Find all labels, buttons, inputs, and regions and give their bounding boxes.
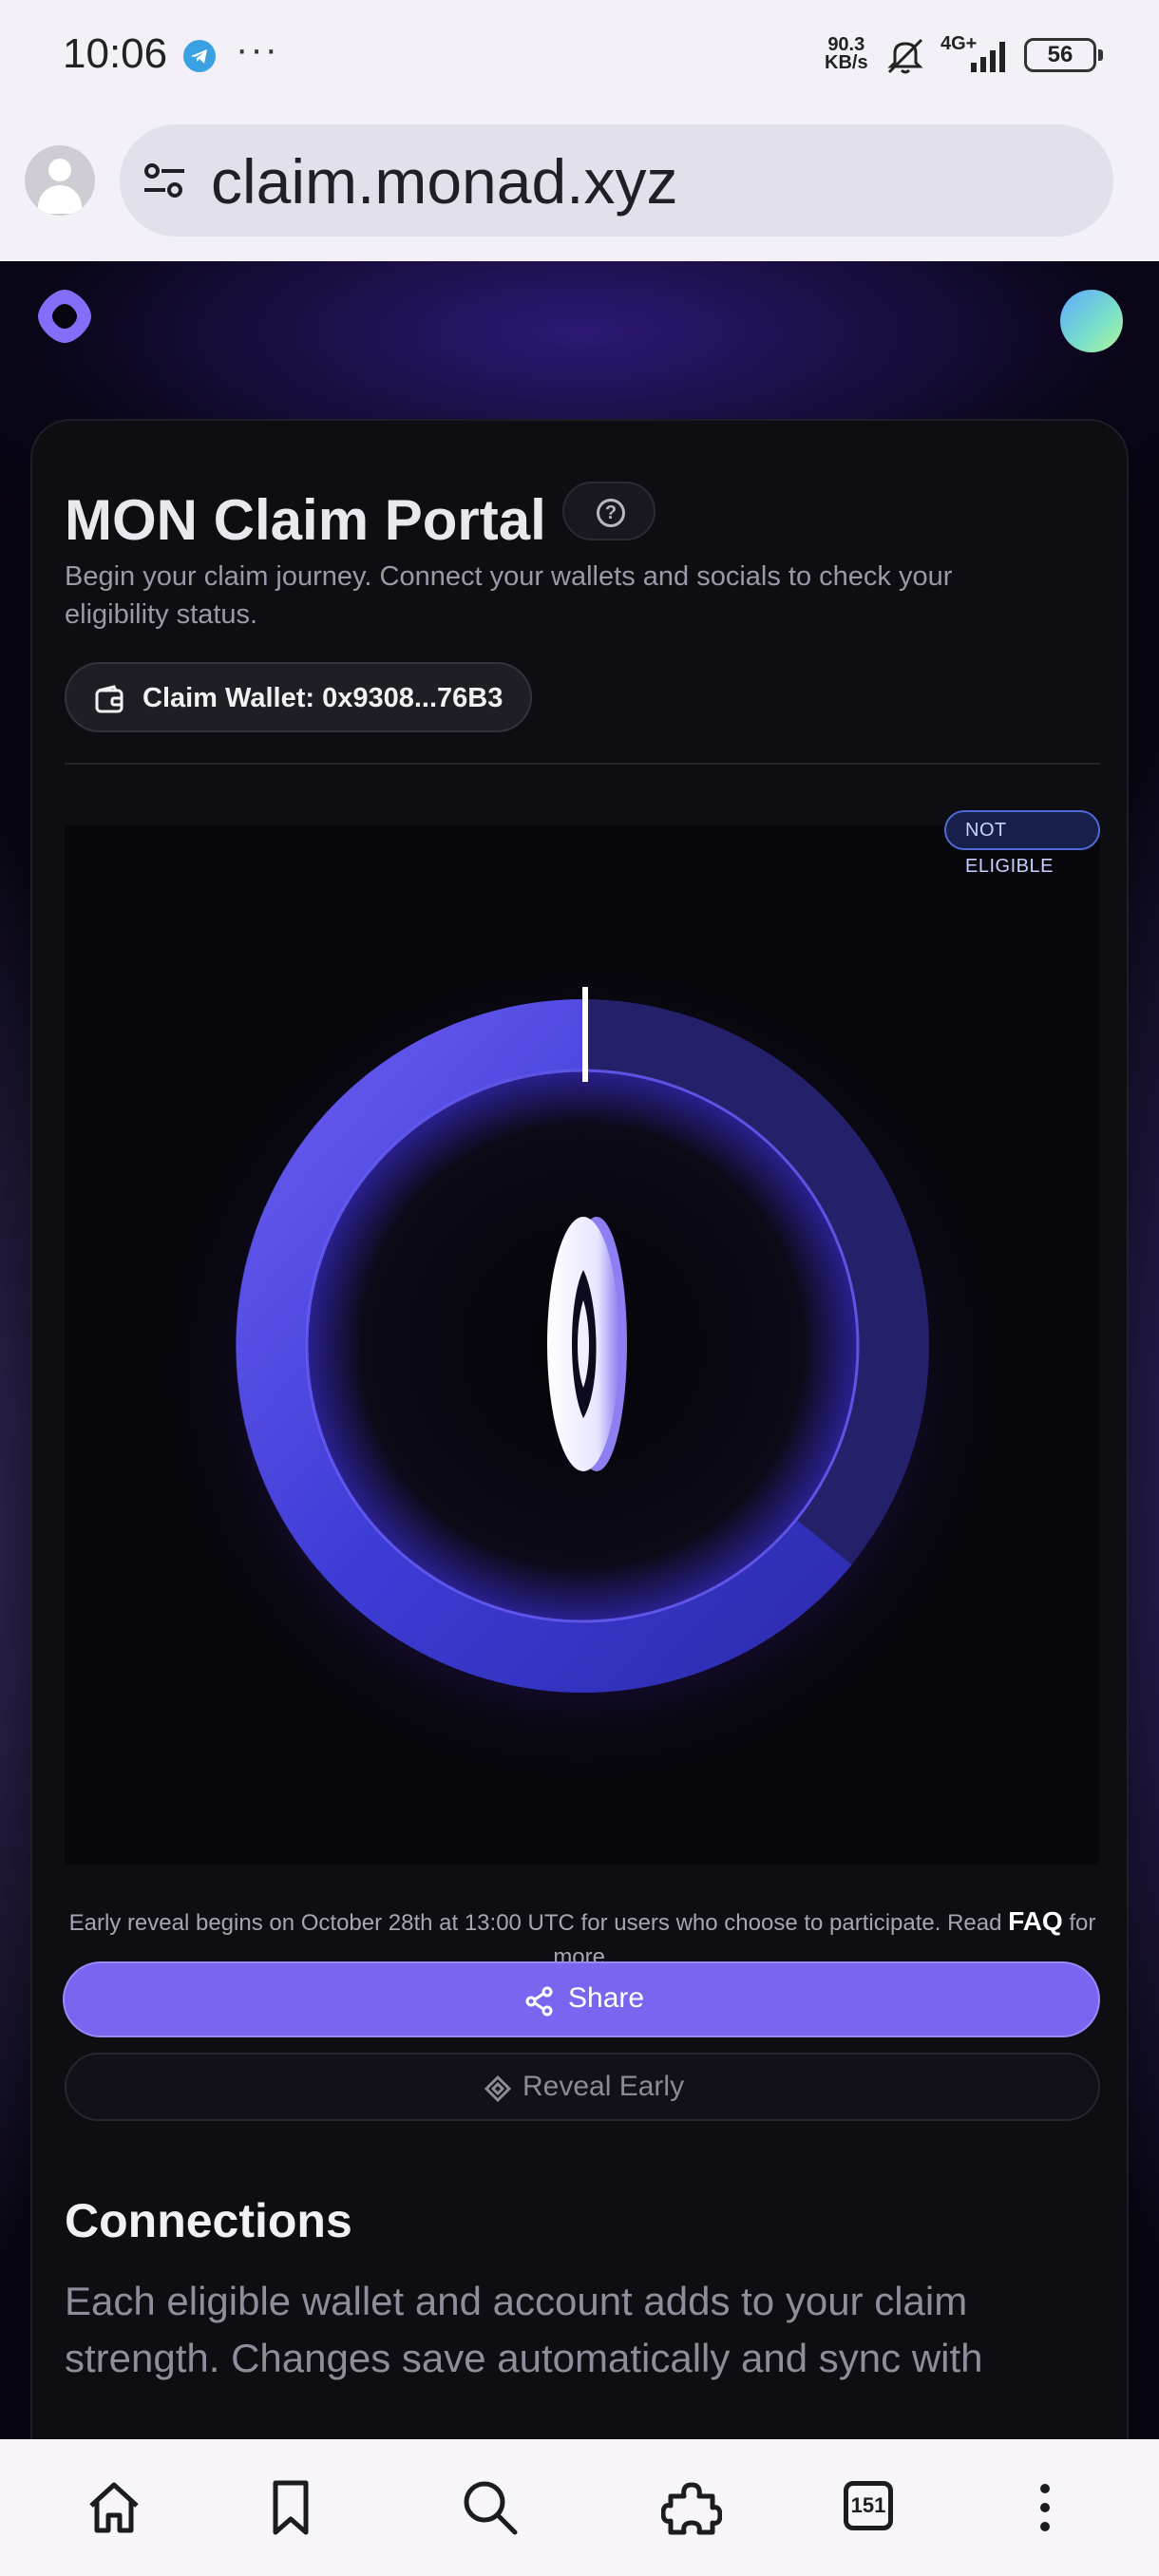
share-button[interactable]: Share	[63, 1961, 1100, 2037]
bookmark-icon[interactable]	[260, 2477, 321, 2538]
more-notifications-icon: ···	[236, 28, 279, 70]
user-avatar[interactable]	[1060, 290, 1123, 352]
profile-avatar[interactable]	[25, 145, 95, 216]
claim-progress-ring	[65, 825, 1100, 1865]
reveal-early-button[interactable]: Reveal Early	[65, 2053, 1100, 2121]
connections-description: Each eligible wallet and account adds to…	[65, 2279, 983, 2380]
wallet-icon	[95, 685, 124, 713]
faq-link[interactable]: FAQ	[1008, 1906, 1063, 1936]
signal-icon	[971, 42, 1005, 72]
claim-wallet-button[interactable]: Claim Wallet: 0x9308...76B3	[65, 662, 532, 732]
help-button[interactable]: ?	[562, 482, 656, 540]
tabs-icon[interactable]: 151	[844, 2481, 893, 2530]
status-time: 10:06	[63, 30, 168, 77]
browser-bottom-nav: 151	[0, 2439, 1159, 2576]
more-icon[interactable]	[1015, 2477, 1075, 2538]
extensions-icon[interactable]	[660, 2477, 723, 2538]
monad-outline-icon	[484, 2075, 511, 2102]
question-icon: ?	[597, 499, 625, 527]
reveal-info-text: Early reveal begins on October 28th at 1…	[68, 1910, 1002, 1936]
claim-visual	[65, 825, 1100, 1865]
mute-icon	[887, 38, 923, 74]
monad-logo-icon[interactable]	[34, 286, 95, 347]
claim-card: MON Claim Portal ? Begin your claim jour…	[30, 419, 1129, 2439]
telegram-icon	[183, 40, 216, 72]
status-bar: 10:06 ··· 90.3 KB/s 4G+ 56	[0, 0, 1159, 109]
status-badge: NOT ELIGIBLE	[944, 810, 1100, 877]
search-icon[interactable]	[460, 2477, 521, 2538]
claim-wallet-label: Claim Wallet: 0x9308...76B3	[142, 683, 504, 713]
page-subtitle: Begin your claim journey. Connect your w…	[65, 561, 953, 630]
reveal-early-label: Reveal Early	[522, 2071, 685, 2102]
browser-toolbar: claim.monad.xyz	[0, 109, 1159, 261]
home-icon[interactable]	[84, 2477, 144, 2538]
battery-icon: 56	[1024, 38, 1103, 72]
status-badge-wrap: NOT ELIGIBLE	[65, 810, 1100, 877]
web-content: MON Claim Portal ? Begin your claim jour…	[0, 261, 1159, 2439]
share-icon	[525, 1986, 553, 2017]
network-speed: 90.3 KB/s	[825, 34, 868, 73]
url-text[interactable]: claim.monad.xyz	[211, 145, 678, 218]
divider	[65, 763, 1100, 765]
connections-title: Connections	[65, 2194, 352, 2247]
share-label: Share	[568, 1982, 645, 2014]
page-title: MON Claim Portal	[65, 488, 546, 552]
site-settings-icon[interactable]	[142, 161, 186, 199]
